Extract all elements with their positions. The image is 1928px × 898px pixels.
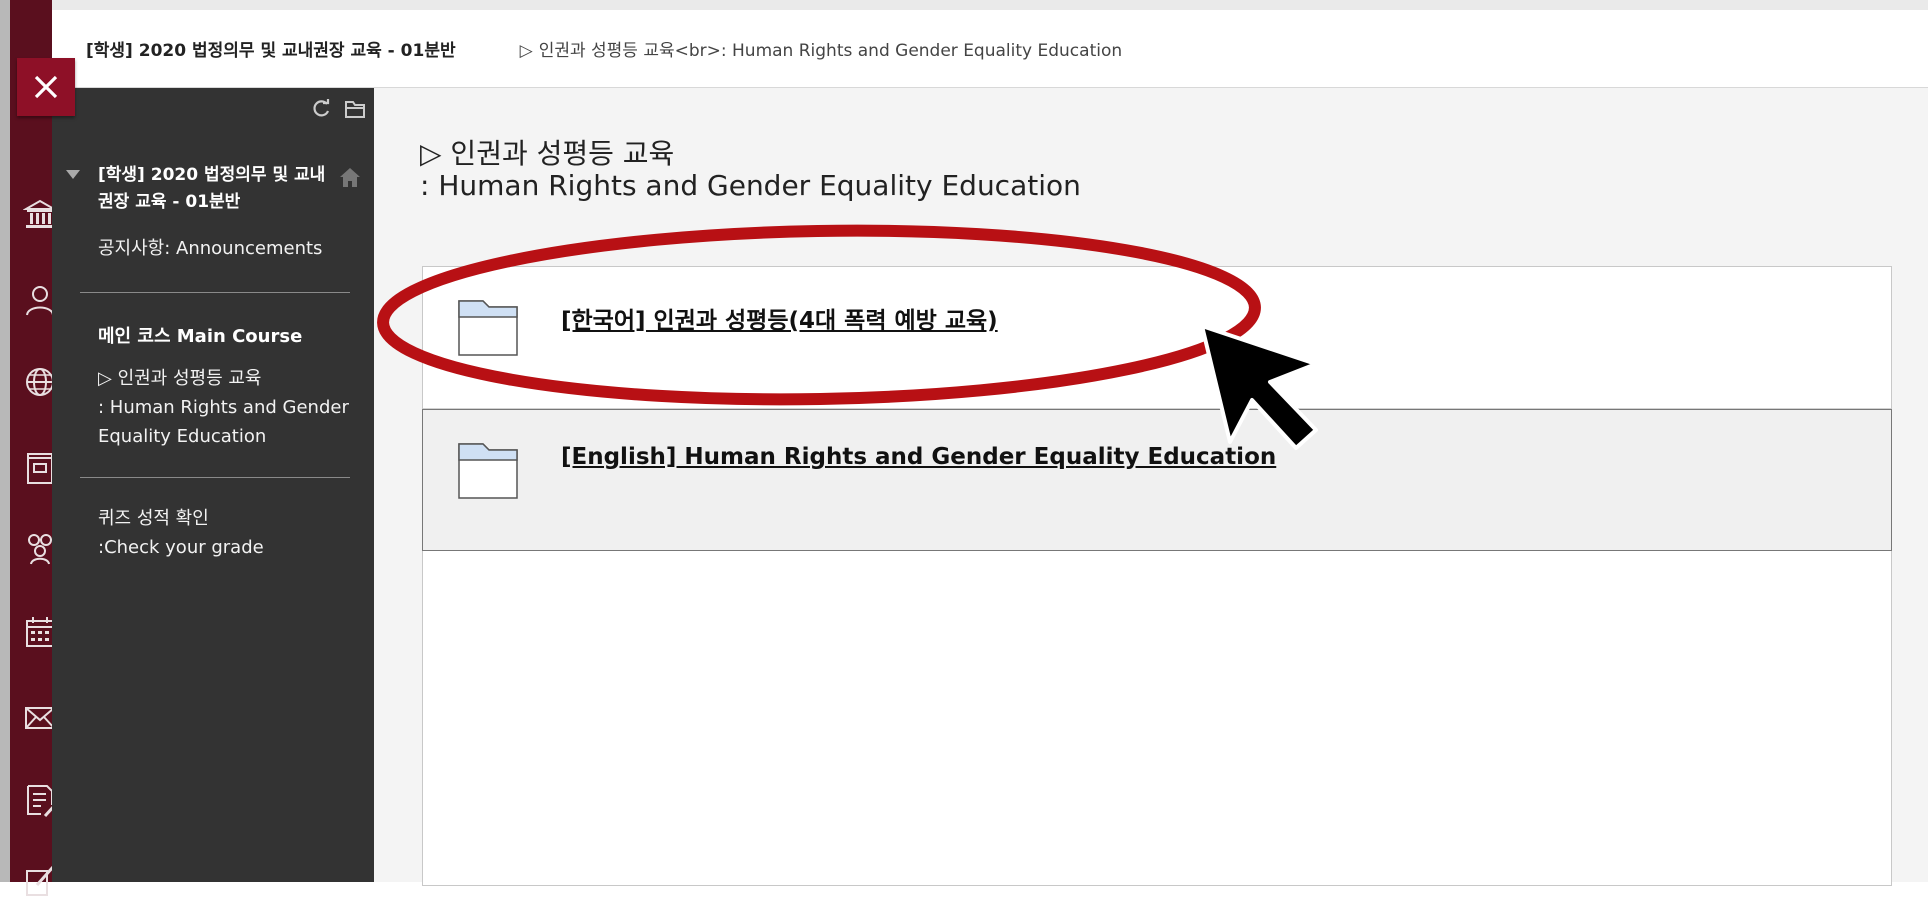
main-content: ▷ 인권과 성평등 교육 : Human Rights and Gender E… <box>374 88 1928 886</box>
close-course-button[interactable] <box>17 58 75 116</box>
content-item-korean: [한국어] 인권과 성평등(4대 폭력 예방 교육) <box>423 267 1891 409</box>
menu-item-check-grade-line2: :Check your grade <box>98 537 264 558</box>
close-icon <box>34 75 58 99</box>
menu-item-human-rights-line2: : Human Rights and Gender Equality Educa… <box>98 397 349 447</box>
folder-icon <box>458 443 518 499</box>
page-title: ▷ 인권과 성평등 교육 : Human Rights and Gender E… <box>420 138 1081 202</box>
content-link-korean[interactable]: [한국어] 인권과 성평등(4대 폭력 예방 교육) <box>561 301 998 335</box>
menu-item-check-grade-line1: 퀴즈 성적 확인 <box>98 508 209 529</box>
menu-divider <box>80 292 350 293</box>
menu-item-human-rights-line1: ▷ 인권과 성평등 교육 <box>98 368 262 389</box>
global-navigation-rail <box>0 0 57 896</box>
page-title-line2: : Human Rights and Gender Equality Educa… <box>420 169 1081 202</box>
breadcrumb-page-label: 인권과 성평등 교육<br>: Human Rights and Gender … <box>538 41 1123 61</box>
menu-item-announcements[interactable]: 공지사항: Announcements <box>98 234 358 263</box>
breadcrumb-arrow-icon: ▷ <box>519 41 533 61</box>
collapse-caret-icon[interactable] <box>66 170 80 179</box>
refresh-icon[interactable] <box>310 98 332 120</box>
content-list: [한국어] 인권과 성평등(4대 폭력 예방 교육) [English] Hum… <box>422 266 1892 886</box>
course-menu-title[interactable]: [학생] 2020 법정의무 및 교내권장 교육 - 01분반 <box>98 162 328 216</box>
content-item-english: [English] Human Rights and Gender Equali… <box>422 409 1892 551</box>
course-menu-tools <box>310 98 366 120</box>
content-link-english[interactable]: [English] Human Rights and Gender Equali… <box>561 444 1276 470</box>
home-icon[interactable] <box>338 166 362 192</box>
menu-item-human-rights[interactable]: ▷ 인권과 성평등 교육 : Human Rights and Gender E… <box>98 364 358 451</box>
menu-heading-main-course: 메인 코스 Main Course <box>98 326 303 347</box>
page-title-line1: ▷ 인권과 성평등 교육 <box>420 137 675 170</box>
menu-divider <box>80 477 350 478</box>
menu-item-check-grade[interactable]: 퀴즈 성적 확인 :Check your grade <box>98 504 358 562</box>
breadcrumb-current-page: ▷ 인권과 성평등 교육<br>: Human Rights and Gender… <box>520 36 1123 61</box>
folder-view-icon[interactable] <box>344 98 366 120</box>
course-menu: [학생] 2020 법정의무 및 교내권장 교육 - 01분반 공지사항: An… <box>52 88 374 882</box>
folder-icon <box>458 300 518 356</box>
breadcrumb-course-link[interactable]: [학생] 2020 법정의무 및 교내권장 교육 - 01분반 <box>86 36 456 61</box>
breadcrumb: [학생] 2020 법정의무 및 교내권장 교육 - 01분반 ▷ 인권과 성평등… <box>52 0 1928 88</box>
